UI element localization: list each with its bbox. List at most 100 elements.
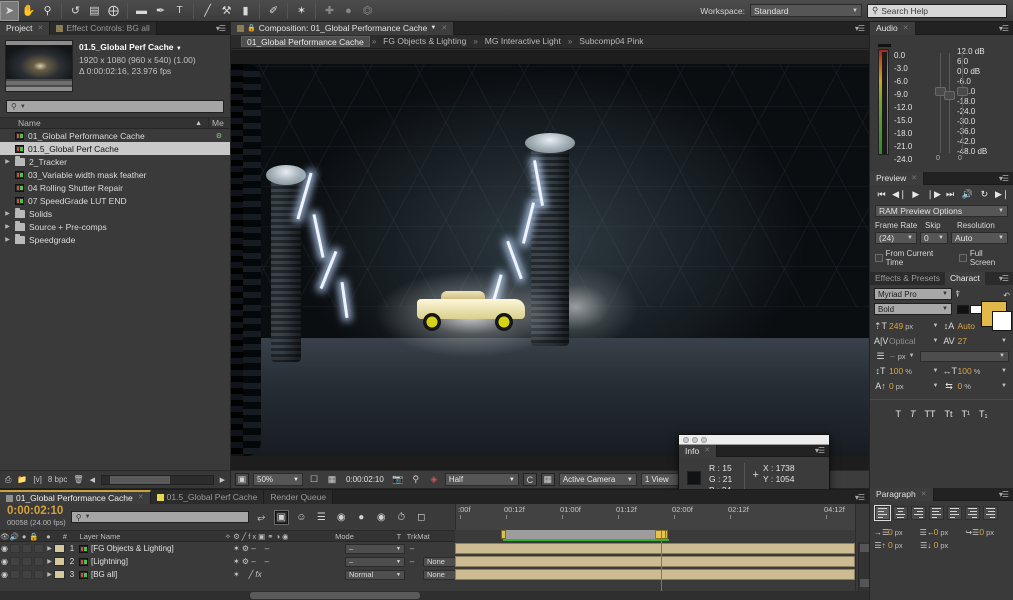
hide-shy-layers-icon[interactable]: ☺: [294, 510, 309, 525]
timeline-search-input[interactable]: ⚲ ▼: [70, 511, 249, 523]
disclosure-triangle-icon[interactable]: ▶: [45, 558, 54, 565]
timeline-ruler[interactable]: :00f 00:12f 01:00f 01:12f 02:00f 02:12f 04:12f: [455, 504, 855, 530]
layer-duration-bar[interactable]: [455, 569, 855, 580]
ram-preview-options-dropdown[interactable]: RAM Preview Options ▼: [875, 205, 1008, 217]
close-icon[interactable]: ✕: [441, 22, 447, 35]
audio-switch-slot[interactable]: [10, 544, 20, 553]
indent-left-field[interactable]: →☰ 0 px: [874, 527, 918, 537]
ram-preview-button[interactable]: ▶❘: [995, 189, 1009, 200]
disclosure-triangle-icon[interactable]: ▶: [4, 236, 11, 243]
swap-colors-icon[interactable]: ↶: [1003, 291, 1010, 300]
t-column-header[interactable]: T: [391, 532, 406, 541]
region-of-interest-icon[interactable]: ☐: [307, 473, 321, 486]
font-style-dropdown[interactable]: Bold ▼: [874, 303, 952, 315]
character-style-button[interactable]: Tt: [944, 409, 952, 419]
align-center-icon[interactable]: [893, 506, 908, 520]
chevron-down-icon[interactable]: ▼: [1001, 368, 1009, 374]
new-folder-icon[interactable]: 📁: [17, 475, 27, 484]
new-comp-icon[interactable]: ⎙: [5, 475, 11, 485]
zoom-tool-icon[interactable]: ⚲: [38, 1, 57, 21]
chevron-down-icon[interactable]: ▼: [909, 353, 917, 359]
brush-tool-icon[interactable]: ╱: [198, 1, 217, 21]
zoom-level-dropdown[interactable]: 50% ▼: [253, 473, 303, 486]
graph-editor-icon[interactable]: ◉: [374, 510, 389, 525]
layer-switches[interactable]: ✶ ╱ fx: [229, 570, 345, 579]
solo-switch-slot[interactable]: [22, 557, 32, 566]
column-name-label[interactable]: Name: [0, 118, 195, 128]
chevron-down-icon[interactable]: ▼: [933, 338, 941, 344]
font-size-field[interactable]: ⇡T 249 px ▼: [874, 319, 941, 333]
tab-preview[interactable]: Preview ✕: [870, 172, 925, 185]
color-depth-icon[interactable]: [v]: [33, 475, 41, 484]
project-item[interactable]: ▶ Solids: [0, 207, 230, 220]
roto-brush-tool-icon[interactable]: ✐: [264, 1, 283, 21]
character-style-button[interactable]: T: [895, 409, 901, 419]
scroll-right-icon[interactable]: ▶: [220, 476, 225, 484]
layer-switches[interactable]: ✶ ⚙ – –: [229, 544, 345, 553]
project-item[interactable]: 04 Rolling Shutter Repair: [0, 181, 230, 194]
tsume-field[interactable]: ⇆ 0 % ▼: [943, 379, 1010, 393]
character-style-button[interactable]: T₁: [979, 409, 988, 419]
close-icon[interactable]: ✕: [37, 22, 43, 35]
selection-tool-icon[interactable]: ➤: [0, 0, 19, 21]
eraser-tool-icon[interactable]: ▮: [236, 1, 255, 21]
layer-label-color[interactable]: [54, 570, 65, 579]
close-icon[interactable]: ✕: [903, 22, 909, 35]
character-style-button[interactable]: T: [910, 409, 916, 419]
tab-effects-presets[interactable]: Effects & Presets: [870, 272, 945, 285]
audio-peak-indicator[interactable]: [878, 44, 891, 47]
timeline-tab[interactable]: Render Queue: [264, 490, 334, 504]
scroll-left-icon[interactable]: ◀: [90, 476, 95, 484]
layer-name-cell[interactable]: [Lightning]: [79, 557, 229, 566]
layer-switches[interactable]: ✶ ⚙ – –: [229, 557, 345, 566]
disclosure-triangle-icon[interactable]: ▶: [4, 158, 11, 165]
close-icon[interactable]: ✕: [911, 172, 917, 185]
layer-t-switch[interactable]: –: [405, 557, 419, 566]
layer-blend-mode-dropdown[interactable]: – ▼: [345, 543, 405, 554]
project-item[interactable]: 07 SpeedGrade LUT END: [0, 194, 230, 207]
timeline-current-time-display[interactable]: 0:00:02:10 00058 (24.00 fps): [4, 505, 66, 528]
audio-switch-slot[interactable]: [10, 570, 20, 579]
resolution-dropdown[interactable]: Half ▼: [444, 473, 519, 486]
baseline-shift-field[interactable]: A↑ 0 px ▼: [874, 379, 941, 393]
timeline-tab[interactable]: 01.5_Global Perf Cache: [150, 490, 265, 504]
character-style-button[interactable]: T¹: [961, 409, 970, 419]
chevron-down-icon[interactable]: ▼: [933, 323, 941, 329]
channel-rgb-icon[interactable]: ◈: [427, 473, 441, 486]
tab-composition[interactable]: 🔒 Composition: 01_Global Performance Cac…: [231, 22, 455, 35]
audio-button[interactable]: 🔊: [961, 189, 974, 200]
space-after-field[interactable]: ☰↓ 0 px: [920, 540, 964, 550]
disclosure-triangle-icon[interactable]: ▶: [45, 571, 54, 578]
tab-effect-controls[interactable]: Effect Controls: BG all: [50, 22, 157, 35]
layer-duration-bar[interactable]: [455, 556, 855, 567]
project-panel-menu-icon[interactable]: ▾☰: [211, 22, 230, 34]
close-window-icon[interactable]: [683, 436, 689, 443]
align-left-icon[interactable]: [875, 506, 890, 520]
work-area[interactable]: [503, 530, 667, 539]
chevron-down-icon[interactable]: ▼: [1001, 338, 1009, 344]
layer-name-column-header[interactable]: Layer Name: [72, 532, 219, 541]
tab-character[interactable]: Charact: [945, 272, 985, 285]
layer-label-color[interactable]: [54, 544, 65, 553]
indent-right-field[interactable]: ☰← 0 px: [920, 527, 964, 537]
layer-t-switch[interactable]: –: [405, 544, 419, 553]
project-search-input[interactable]: ⚲ ▼: [6, 100, 224, 113]
camera-view-dropdown[interactable]: Active Camera ▼: [558, 473, 637, 486]
sort-ascending-icon[interactable]: ▲: [195, 120, 208, 127]
audio-slider-knob-center[interactable]: [944, 91, 955, 100]
minimize-window-icon[interactable]: [692, 436, 698, 443]
justify-last-left-icon[interactable]: [929, 506, 944, 520]
live-update-icon[interactable]: ◻: [414, 510, 429, 525]
play-button[interactable]: ▶: [909, 189, 922, 200]
breadcrumb-item[interactable]: 01_Global Performance Cache: [241, 36, 370, 47]
work-area-start-handle[interactable]: [501, 530, 506, 539]
mode-column-header[interactable]: Mode: [331, 532, 391, 541]
project-item[interactable]: 01_Global Performance Cache ⚙: [0, 129, 230, 142]
project-item[interactable]: ▶ Source + Pre-comps: [0, 220, 230, 233]
current-timecode[interactable]: 0:00:02:10: [343, 475, 387, 484]
rotation-tool-icon[interactable]: ↺: [66, 1, 85, 21]
audio-slider-track-left[interactable]: [935, 53, 946, 153]
project-item[interactable]: 01.5_Global Perf Cache: [0, 142, 230, 155]
trkmat-column-header[interactable]: TrkMat: [407, 532, 455, 541]
disclosure-triangle-icon[interactable]: ▶: [4, 223, 11, 230]
